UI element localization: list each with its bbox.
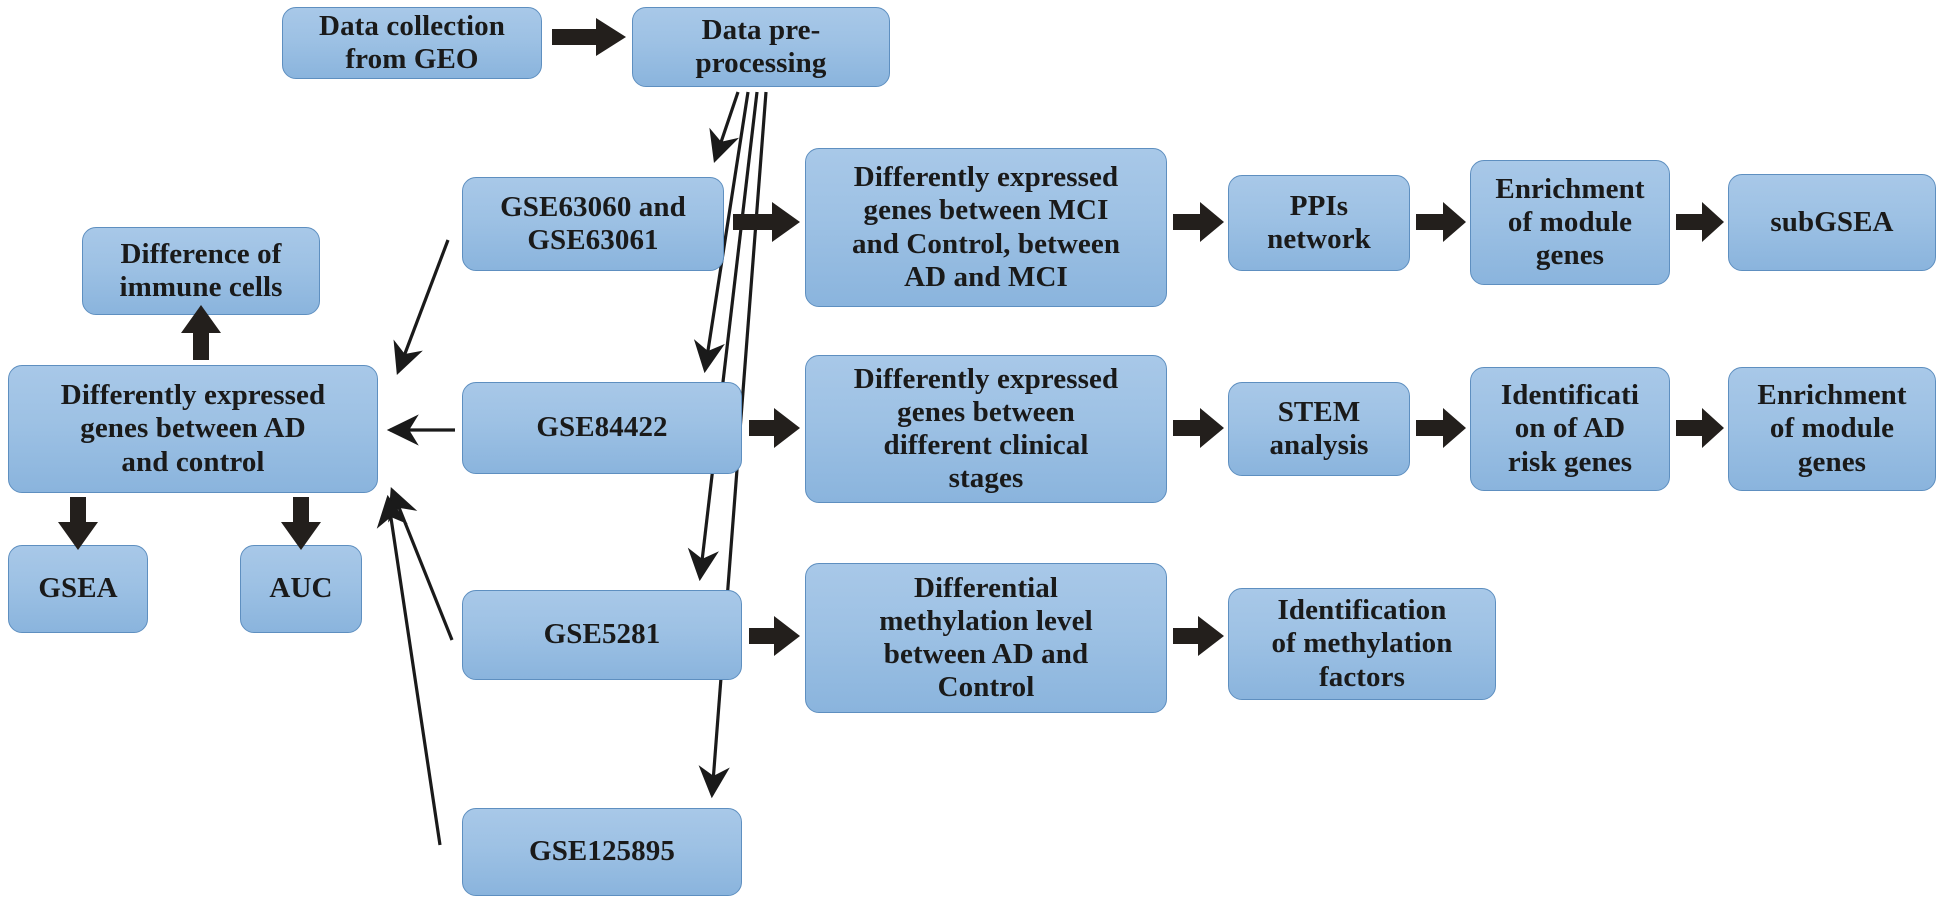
- node-label: Enrichment of module genes: [1495, 172, 1645, 272]
- node-difference-immune-cells[interactable]: Difference of immune cells: [82, 227, 320, 315]
- node-label: GSE84422: [536, 411, 668, 444]
- node-label: Identificati on of AD risk genes: [1500, 379, 1640, 478]
- node-label: Differential methylation level between A…: [879, 571, 1093, 704]
- thin-arrow-gse125895-to-deg-ad-control: [376, 494, 442, 846]
- node-gse5281[interactable]: GSE5281: [462, 590, 742, 680]
- node-label: PPIs network: [1267, 189, 1371, 255]
- node-differential-methylation-level[interactable]: Differential methylation level between A…: [805, 563, 1167, 713]
- node-label: Data collection from GEO: [319, 9, 505, 75]
- node-ppis-network[interactable]: PPIs network: [1228, 175, 1410, 271]
- node-auc[interactable]: AUC: [240, 545, 362, 633]
- node-subgsea[interactable]: subGSEA: [1728, 174, 1936, 271]
- node-label: GSEA: [38, 572, 118, 605]
- node-gsea[interactable]: GSEA: [8, 545, 148, 633]
- node-label: Enrichment of module genes: [1757, 379, 1907, 478]
- node-label: Difference of immune cells: [119, 237, 283, 303]
- node-label: GSE125895: [529, 835, 675, 868]
- node-label: Data pre- processing: [695, 13, 827, 79]
- node-gse63060-gse63061[interactable]: GSE63060 and GSE63061: [462, 177, 724, 271]
- flowchart-canvas: Data collection from GEO Data pre- proce…: [0, 0, 1950, 899]
- thin-arrow-preproc-to-gse63060: [709, 91, 740, 164]
- node-stem-analysis[interactable]: STEM analysis: [1228, 382, 1410, 476]
- node-label: Differently expressed genes between MCI …: [851, 161, 1121, 293]
- node-label: AUC: [269, 572, 333, 605]
- node-label: GSE5281: [543, 618, 661, 651]
- node-label: Differently expressed genes between diff…: [853, 362, 1119, 495]
- node-label: subGSEA: [1770, 205, 1894, 238]
- node-deg-clinical-stages[interactable]: Differently expressed genes between diff…: [805, 355, 1167, 503]
- node-deg-ad-control[interactable]: Differently expressed genes between AD a…: [8, 365, 378, 493]
- node-label: Identification of methylation factors: [1271, 594, 1453, 693]
- node-label: GSE63060 and GSE63061: [500, 190, 686, 256]
- thin-arrow-gse63060-to-deg-ad-control: [393, 239, 450, 375]
- node-gse125895[interactable]: GSE125895: [462, 808, 742, 896]
- node-identification-methylation-factors[interactable]: Identification of methylation factors: [1228, 588, 1496, 700]
- node-data-preprocessing[interactable]: Data pre- processing: [632, 7, 890, 87]
- node-gse84422[interactable]: GSE84422: [462, 382, 742, 474]
- node-label: Differently expressed genes between AD a…: [60, 379, 326, 478]
- thin-arrow-gse5281-to-deg-ad-control: [388, 487, 454, 641]
- node-enrichment-module-genes-row2[interactable]: Enrichment of module genes: [1728, 367, 1936, 491]
- node-label: STEM analysis: [1269, 395, 1369, 461]
- node-data-collection[interactable]: Data collection from GEO: [282, 7, 542, 79]
- node-identification-ad-risk-genes[interactable]: Identificati on of AD risk genes: [1470, 367, 1670, 491]
- node-deg-mci-control-ad[interactable]: Differently expressed genes between MCI …: [805, 148, 1167, 307]
- node-enrichment-module-genes-row1[interactable]: Enrichment of module genes: [1470, 160, 1670, 285]
